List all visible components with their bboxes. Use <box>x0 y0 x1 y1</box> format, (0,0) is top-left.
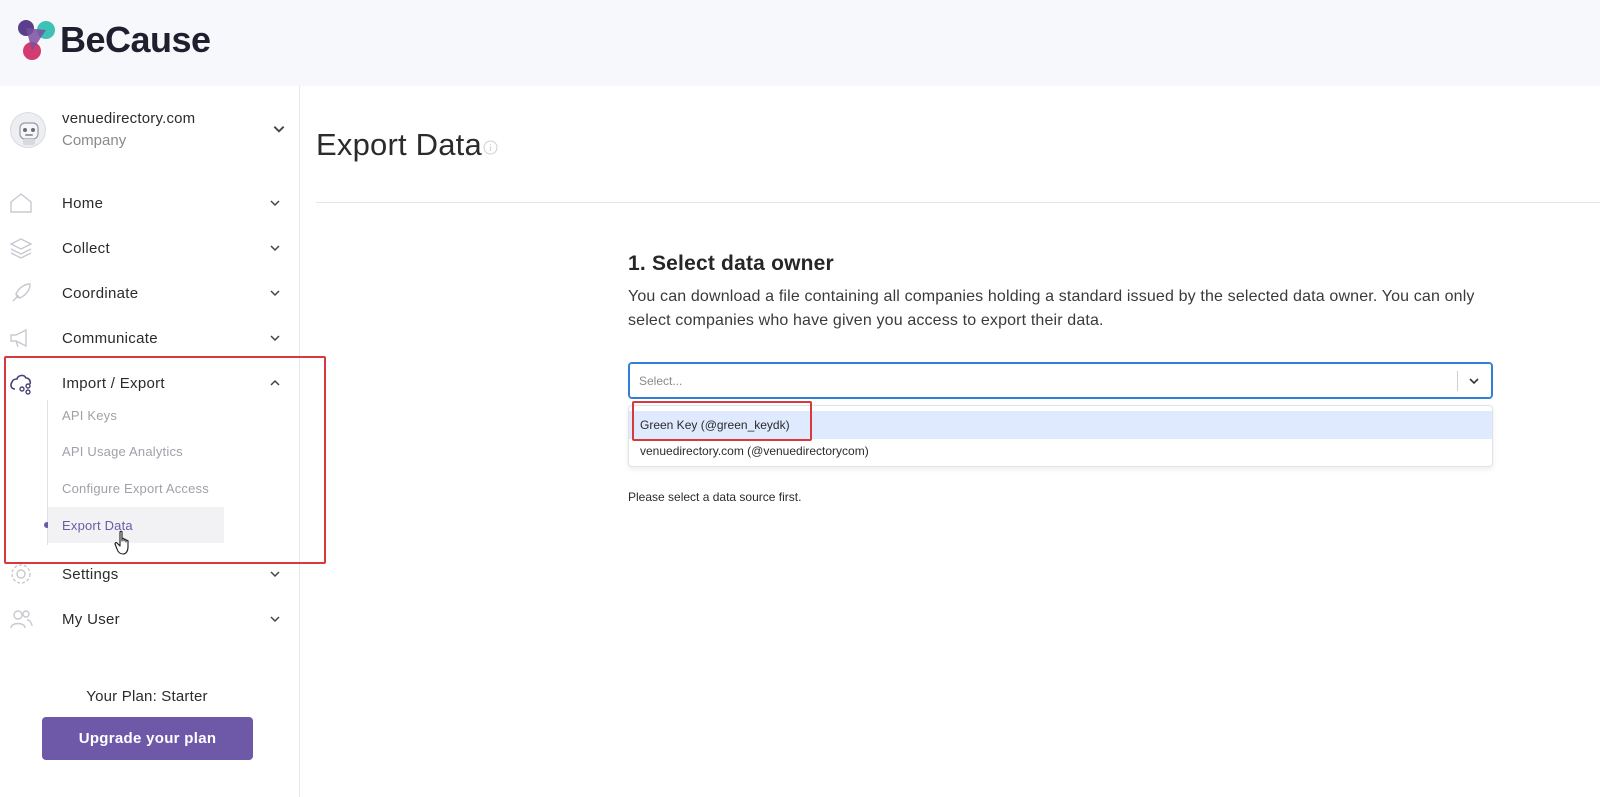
chevron-down-icon <box>270 571 280 578</box>
chevron-down-icon <box>270 200 280 207</box>
data-owner-select[interactable]: Select... <box>628 362 1493 399</box>
chevron-down-icon[interactable] <box>1467 374 1481 388</box>
sidebar-item-communicate[interactable]: Communicate <box>0 318 299 358</box>
sidebar-item-label: Import / Export <box>62 374 165 392</box>
step-title: 1. Select data owner <box>628 252 834 275</box>
top-bar: BeCause <box>0 0 1600 86</box>
upgrade-plan-button[interactable]: Upgrade your plan <box>42 717 253 760</box>
option-label: Green Key (@green_keydk) <box>640 418 790 432</box>
company-avatar <box>10 112 46 148</box>
sidebar-item-label: Settings <box>62 565 119 583</box>
option-label: venuedirectory.com (@venuedirectorycom) <box>640 444 869 458</box>
home-icon <box>10 193 32 213</box>
sidebar-item-label: Communicate <box>62 329 158 347</box>
sidebar-item-collect[interactable]: Collect <box>0 228 299 268</box>
rocket-icon <box>12 283 31 302</box>
subnav-label: API Keys <box>62 407 118 423</box>
subnav-item-export-data[interactable]: Export Data <box>48 507 224 543</box>
subnav-item-configure-export-access[interactable]: Configure Export Access <box>48 470 224 506</box>
chevron-down-icon <box>270 616 280 623</box>
company-switcher[interactable]: venuedirectory.com Company <box>8 108 292 160</box>
chevron-down-icon <box>270 290 280 297</box>
select-separator <box>1457 371 1458 391</box>
sidebar-item-my-user[interactable]: My User <box>0 599 299 639</box>
sidebar-item-label: Home <box>62 194 104 212</box>
chevron-down-icon[interactable] <box>272 122 286 136</box>
title-divider <box>316 202 1600 203</box>
subnav-item-api-keys[interactable]: API Keys <box>48 397 224 433</box>
sidebar-item-coordinate[interactable]: Coordinate <box>0 273 299 313</box>
hand-pointer-cursor-icon <box>114 530 129 555</box>
dropdown-option-green-key[interactable]: Green Key (@green_keydk) <box>629 411 1492 439</box>
chevron-down-icon <box>270 245 280 252</box>
company-name: venuedirectory.com <box>62 110 196 127</box>
subnav-item-api-usage-analytics[interactable]: API Usage Analytics <box>48 433 224 469</box>
because-logo-icon <box>18 20 55 60</box>
sidebar-item-label: Coordinate <box>62 284 139 302</box>
subnav-label: API Usage Analytics <box>62 443 183 459</box>
sidebar-item-settings[interactable]: Settings <box>0 554 299 594</box>
gear-icon <box>11 564 31 584</box>
step-description: You can download a file containing all c… <box>628 288 1475 329</box>
brand-logo[interactable]: BeCause <box>12 18 211 62</box>
sidebar-item-label: Collect <box>62 239 110 257</box>
sidebar-item-label: My User <box>62 610 120 628</box>
subnav-label: Configure Export Access <box>62 480 209 496</box>
info-icon[interactable] <box>483 140 498 155</box>
chevron-up-icon <box>270 379 280 386</box>
select-placeholder: Select... <box>639 374 683 388</box>
company-type: Company <box>62 132 127 149</box>
sidebar-item-home[interactable]: Home <box>0 183 299 223</box>
layers-icon <box>9 238 33 259</box>
page-title: Export Data <box>316 127 482 162</box>
cloud-share-icon <box>10 374 32 395</box>
users-icon <box>10 610 33 629</box>
select-dropdown-menu: Green Key (@green_keydk) venuedirectory.… <box>628 405 1493 467</box>
hint-text: Please select a data source first. <box>628 490 802 504</box>
chevron-down-icon <box>270 335 280 342</box>
megaphone-icon <box>10 328 27 348</box>
plan-label: Your Plan: Starter <box>86 688 208 705</box>
brand-name: BeCause <box>60 19 211 60</box>
dropdown-option-venuedirectory[interactable]: venuedirectory.com (@venuedirectorycom) <box>629 437 1492 465</box>
robot-avatar-icon <box>19 122 39 145</box>
